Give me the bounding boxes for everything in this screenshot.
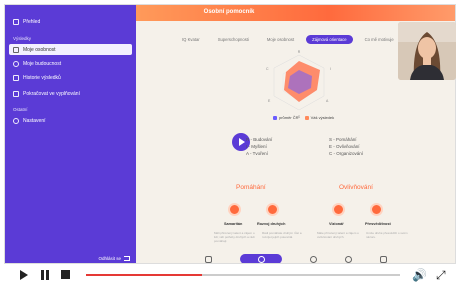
type-item: I - Myšlení (246, 144, 267, 149)
play-icon[interactable] (20, 270, 28, 280)
player-controls: 🔊 ⤢ (0, 265, 460, 284)
types-list-left: R - Budování I - Myšlení A - Tvoření (246, 136, 272, 157)
logout-icon (124, 256, 130, 261)
edit-icon (13, 90, 19, 97)
sidebar-item-label: Moje osobnost (23, 46, 56, 53)
sidebar-item-label: Moje budoucnost (23, 60, 62, 67)
tab-superpowers[interactable]: Superschopnosti (212, 35, 255, 44)
logout-label: Odhlásit se (98, 256, 121, 261)
sidebar-item-future[interactable]: Moje budoucnost (9, 58, 61, 69)
compass-icon (13, 60, 19, 67)
persuasion-badge-icon (370, 203, 383, 216)
visionary-badge-icon (332, 203, 345, 216)
sidebar: Přehled Výsledky Moje osobnost Moje budo… (5, 5, 136, 263)
sidebar-item-overview[interactable]: Přehled (9, 16, 40, 27)
tab-iq[interactable]: IQ Kvatar (176, 35, 206, 44)
page-title: Osobní pomocník (203, 9, 255, 15)
sidebar-section-results: Výsledky (13, 36, 32, 41)
radar-axis-label: R (298, 50, 301, 54)
badge-label: Samaritán (224, 222, 243, 226)
header-bar: Osobní pomocník (136, 5, 455, 21)
tab-personality[interactable]: Moje osobnost (261, 35, 300, 44)
legend-label: průměr ČR (279, 115, 299, 120)
badge-description: Umíte druhé přesvědčit o svém názoru. (366, 231, 408, 239)
sidebar-section-other: Ostatní (13, 107, 28, 112)
badge-label: Přesvědčivost (365, 222, 391, 226)
app-window: Přehled Výsledky Moje osobnost Moje budo… (4, 4, 456, 264)
sidebar-item-label: Historie výsledků (23, 74, 61, 81)
sidebar-item-personality[interactable]: Moje osobnost (9, 44, 132, 55)
radar-axis-label: E (268, 99, 271, 103)
radar-axis-label: A (326, 99, 329, 103)
stop-icon[interactable] (61, 270, 70, 279)
grid-icon (13, 18, 19, 25)
badge-description: Měli přirozený talent a zájem o lidi; vi… (214, 231, 255, 243)
seek-bar[interactable] (86, 274, 400, 276)
volume-icon[interactable]: 🔊 (412, 268, 427, 282)
type-item: C - Organizování (329, 151, 364, 156)
compass-icon[interactable] (310, 255, 317, 263)
logout-button[interactable]: Odhlásit se (98, 256, 130, 261)
sidebar-item-history[interactable]: Historie výsledků (9, 72, 61, 83)
type-item: R - Budování (246, 137, 273, 142)
samaritan-badge-icon (228, 203, 241, 216)
sidebar-item-label: Nastavení (23, 117, 46, 124)
webcam-overlay (398, 22, 456, 80)
sidebar-item-continue[interactable]: Pokračovat ve vyplňování (9, 88, 80, 99)
radar-axis-label: I (330, 67, 331, 71)
sidebar-item-label: Pokračovat ve vyplňování (23, 90, 80, 97)
radar-axis-label: C (266, 67, 269, 71)
bottom-navigation (191, 253, 401, 263)
sidebar-item-settings[interactable]: Nastavení (9, 115, 46, 126)
legend-item-result: Váš výsledek (304, 115, 335, 120)
section-title-helping: Pomáhání (236, 184, 266, 191)
radar-legend: průměr ČR Váš výsledek (273, 115, 334, 120)
grid-icon[interactable] (205, 255, 212, 263)
fullscreen-icon[interactable]: ⤢ (436, 268, 446, 283)
badge-label: Vizionář (329, 222, 344, 226)
gear-icon (13, 117, 19, 124)
radar-chart: R I A S E C (266, 50, 331, 119)
pause-icon[interactable] (41, 270, 49, 280)
history-icon (13, 74, 19, 81)
user-icon[interactable] (240, 254, 282, 263)
legend-item-average: průměr ČR (273, 115, 299, 120)
tab-interests[interactable]: Zájmová orientace (306, 35, 353, 44)
sidebar-item-label: Přehled (23, 18, 41, 25)
history-icon[interactable] (345, 255, 352, 263)
tab-motivation[interactable]: Co mě motivuje (359, 35, 400, 44)
edit-icon[interactable] (380, 255, 387, 263)
legend-label: Váš výsledek (310, 115, 335, 120)
development-badge-icon (266, 203, 279, 216)
type-item: S - Pomáhání (329, 137, 357, 142)
badge-description: Máte přirozený talent a zájem o ovlivňov… (317, 231, 359, 239)
section-title-influencing: Ovlivňování (339, 184, 373, 191)
type-item: E - Ovlivňování (329, 144, 360, 149)
user-icon (13, 46, 19, 53)
badge-label: Rozvoj druhých (257, 222, 286, 226)
badge-description: Rádi pomáháte druhým růst a rozvíjet jej… (262, 231, 302, 239)
types-list-right: S - Pomáhání E - Ovlivňování C - Organiz… (329, 136, 363, 157)
type-item: A - Tvoření (246, 151, 268, 156)
legend-swatch (273, 115, 277, 120)
legend-swatch (304, 115, 309, 120)
tab-bar: IQ Kvatar Superschopnosti Moje osobnost … (176, 35, 400, 44)
seek-bar-progress (86, 274, 203, 276)
